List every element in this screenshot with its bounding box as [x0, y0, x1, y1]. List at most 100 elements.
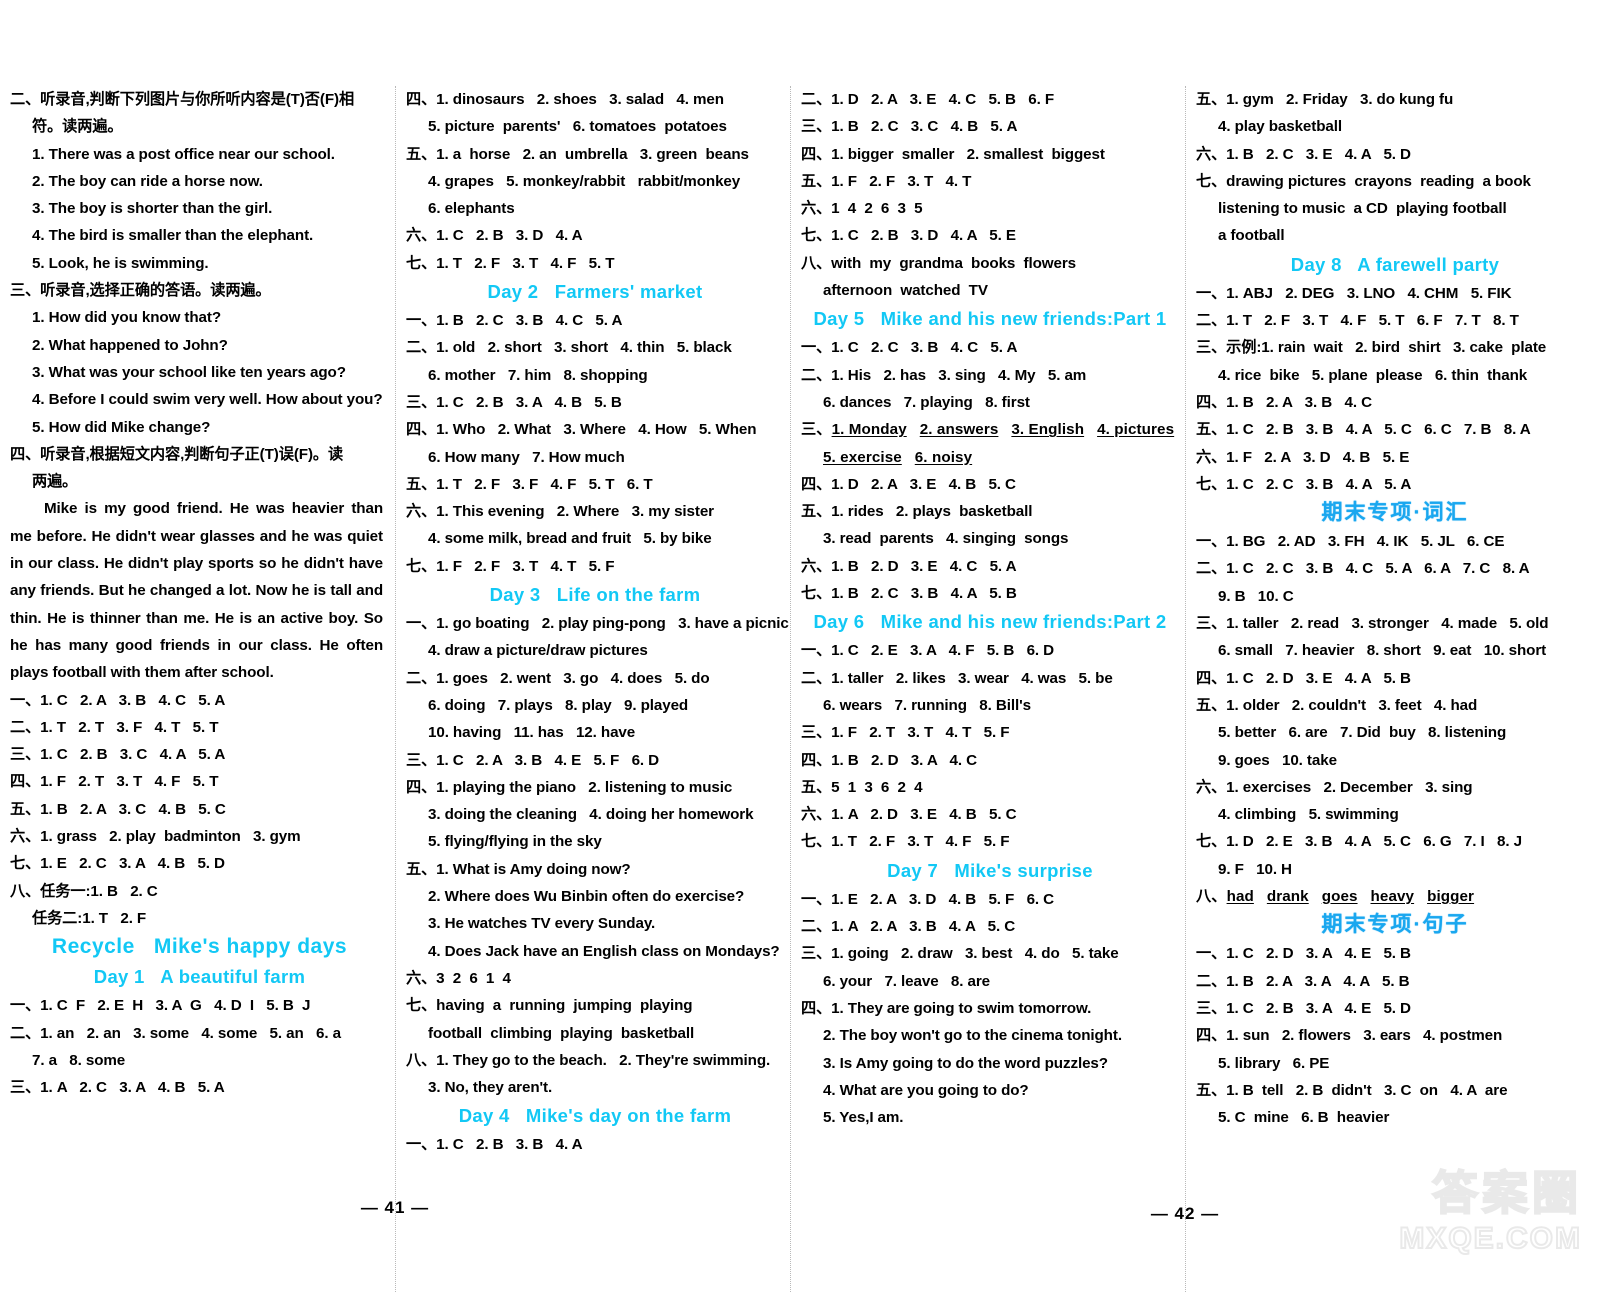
section-heading: 期末专项·句子 — [1321, 913, 1469, 937]
answer-item: goes — [1321, 888, 1358, 906]
answer-line: 4. What are you going to do? — [823, 1081, 1029, 1099]
answer-line: 四、1. They are going to swim tomorrow. — [801, 999, 1092, 1017]
answer-line: 4. rice bike 5. plane please 6. thin tha… — [1218, 366, 1528, 384]
answer-line: 三、1. B 2. C 3. C 4. B 5. A — [801, 118, 1018, 136]
section-heading: Day 3 Life on the farm — [489, 584, 701, 606]
answer-column-2: 四、1. dinosaurs 2. shoes 3. salad 4. men 5… — [395, 86, 790, 1292]
answer-line: 4. Does Jack have an English class on Mo… — [428, 942, 780, 960]
answer-line: 二、1. D 2. A 3. E 4. C 5. B 6. F — [801, 91, 1055, 108]
answer-line: 9. F 10. H — [1218, 860, 1292, 878]
question-number-cn: 三、 — [801, 421, 832, 439]
answer-line: 六、3 2 6 1 4 — [406, 969, 511, 987]
answer-line: 二、1. C 2. C 3. B 4. C 5. A 6. A 7. C 8. … — [1196, 560, 1530, 578]
answer-line: 一、1. C F 2. E H 3. A G 4. D I 5. B J — [10, 997, 311, 1015]
answer-line: 五、1. T 2. F 3. F 4. F 5. T 6. T — [406, 475, 653, 493]
section-heading: Day 2 Farmers' market — [487, 281, 703, 303]
answer-item: 1. Monday — [831, 421, 907, 439]
answer-line: 六、1. B 2. C 3. E 4. A 5. D — [1196, 145, 1411, 163]
answer-line: 七、1. E 2. C 3. A 4. B 5. D — [10, 855, 225, 873]
answer-line: 符。读两遍。 — [32, 118, 123, 136]
answer-line: 五、1. C 2. B 3. B 4. A 5. C 6. C 7. B 8. … — [1196, 421, 1531, 439]
answer-line: 5. Look, he is swimming. — [32, 254, 209, 272]
answer-line: 一、1. B 2. C 3. B 4. C 5. A — [406, 312, 623, 330]
answer-line: 3. The boy is shorter than the girl. — [32, 200, 273, 218]
answer-item: 4. pictures — [1097, 421, 1175, 439]
answer-line: 三、1. F 2. T 3. T 4. T 5. F — [801, 724, 1010, 742]
answer-item: bigger — [1427, 888, 1475, 906]
answer-line: 4. play basketball — [1218, 118, 1342, 136]
answer-line: 五、1. B tell 2. B didn't 3. C on 4. A are — [1196, 1081, 1508, 1099]
answer-line: 2. The boy won't go to the cinema tonigh… — [823, 1027, 1122, 1045]
answer-item: 3. English — [1011, 421, 1085, 439]
answer-line: 4. Before I could swim very well. How ab… — [32, 391, 383, 409]
answer-line: 三、1. C 2. B 3. A 4. B 5. B — [406, 393, 622, 411]
answer-line: 三、1. C 2. B 3. C 4. A 5. A — [10, 746, 226, 764]
answer-line: 二、1. old 2. short 3. short 4. thin 5. bl… — [406, 339, 732, 357]
answer-line: 4. The bird is smaller than the elephant… — [32, 227, 314, 245]
answer-line: 五、1. What is Amy doing now? — [406, 860, 631, 878]
answer-line: 八、任务一:1. B 2. C — [10, 882, 158, 900]
answer-line: listening to music a CD playing football — [1218, 200, 1507, 218]
answer-item: 6. noisy — [914, 448, 973, 466]
answer-line: 三、1. taller 2. read 3. stronger 4. made … — [1196, 615, 1549, 633]
page-number-left: — 41 — — [360, 1198, 430, 1217]
answer-line: 3. read parents 4. singing songs — [823, 530, 1069, 548]
answer-line: 5. picture parents' 6. tomatoes potatoes — [428, 118, 727, 136]
answer-line: 一、1. go boating 2. play ping-pong 3. hav… — [406, 615, 789, 633]
answer-line: 10. having 11. has 12. have — [428, 724, 636, 742]
answer-line: 八、with my grandma books flowers — [801, 254, 1076, 272]
answer-line: 一、1. C 2. C 3. B 4. C 5. A — [801, 339, 1018, 357]
answer-line: 5. flying/flying in the sky — [428, 833, 602, 851]
answer-column-3: 二、1. D 2. A 3. E 4. C 5. B 6. F 三、1. B 2.… — [790, 86, 1185, 1292]
answer-line: football climbing playing basketball — [428, 1024, 695, 1042]
answer-line: 二、1. an 2. an 3. some 4. some 5. an 6. a — [10, 1024, 341, 1042]
answer-line: 6. dances 7. playing 8. first — [823, 393, 1030, 411]
answer-line: 六、1. This evening 2. Where 3. my sister — [406, 503, 714, 521]
answer-line: 六、1. grass 2. play badminton 3. gym — [10, 828, 301, 846]
answer-line: 五、1. a horse 2. an umbrella 3. green bea… — [406, 145, 749, 163]
answer-line: 6. doing 7. plays 8. play 9. played — [428, 696, 689, 714]
answer-line: 6. elephants — [428, 200, 515, 218]
answer-line: 任务二:1. T 2. F — [32, 909, 147, 927]
answer-item: 5. exercise — [823, 448, 902, 466]
section-heading: Recycle Mike's happy days — [51, 935, 348, 959]
answer-line: 六、1. C 2. B 3. D 4. A — [406, 227, 583, 245]
answer-line: 四、1. Who 2. What 3. Where 4. How 5. When — [406, 421, 757, 439]
answer-column-4: 五、1. gym 2. Friday 3. do kung fu 4. play … — [1185, 86, 1600, 1292]
answer-line: 一、1. C 2. E 3. A 4. F 5. B 6. D — [801, 642, 1055, 660]
section-heading: Day 8 A farewell party — [1290, 253, 1500, 275]
answer-line: 5. Yes,I am. — [823, 1109, 904, 1127]
section-heading: Day 4 Mike's day on the farm — [458, 1105, 732, 1127]
section-heading: Day 6 Mike and his new friends:Part 2 — [813, 611, 1167, 633]
answer-line: 5. better 6. are 7. Did buy 8. listening — [1218, 724, 1507, 742]
answer-line: 四、1. D 2. A 3. E 4. B 5. C — [801, 475, 1016, 493]
answer-line: 六、1. F 2. A 3. D 4. B 5. E — [1196, 448, 1410, 466]
answer-line: 七、1. T 2. F 3. T 4. F 5. T — [406, 254, 615, 272]
answer-line: 一、1. C 2. D 3. A 4. E 5. B — [1196, 945, 1411, 963]
answer-line: 一、1. C 2. B 3. B 4. A — [406, 1136, 583, 1154]
answer-line: 二、1. T 2. T 3. F 4. T 5. T — [10, 718, 219, 736]
answer-line: 二、1. taller 2. likes 3. wear 4. was 5. b… — [801, 669, 1113, 687]
section-heading: 期末专项·词汇 — [1321, 501, 1469, 525]
answer-line: 五、1. B 2. A 3. C 4. B 5. C — [10, 800, 226, 818]
listening-passage: Mike is my good friend. He was heavier t… — [10, 500, 383, 682]
answer-line: 五、1. gym 2. Friday 3. do kung fu — [1196, 91, 1454, 108]
answer-line: 三、听录音,选择正确的答语。读两遍。 — [10, 282, 271, 300]
answer-line: 1. There was a post office near our scho… — [32, 145, 335, 163]
answer-line: 七、1. C 2. C 3. B 4. A 5. A — [1196, 475, 1412, 493]
answer-line: 四、听录音,根据短文内容,判断句子正(T)误(F)。读 — [10, 445, 344, 463]
answer-line: 二、1. His 2. has 3. sing 4. My 5. am — [801, 366, 1087, 384]
answer-line: 七、1. F 2. F 3. T 4. T 5. F — [406, 557, 615, 575]
question-number-cn: 八、 — [1196, 888, 1227, 906]
answer-line: a football — [1218, 227, 1285, 245]
answer-line: 二、听录音,判断下列图片与你所听内容是(T)否(F)相 — [10, 91, 355, 108]
answer-line: 五、1. F 2. F 3. T 4. T — [801, 172, 972, 190]
answer-line: 3. doing the cleaning 4. doing her homew… — [428, 806, 754, 824]
answer-line: 一、1. ABJ 2. DEG 3. LNO 4. CHM 5. FIK — [1196, 284, 1512, 302]
answer-line: 三、1. C 2. A 3. B 4. E 5. F 6. D — [406, 751, 660, 769]
answer-line: 4. draw a picture/draw pictures — [428, 642, 648, 660]
answer-line: 五、5 1 3 6 2 4 — [801, 778, 923, 796]
answer-line: 六、1 4 2 6 3 5 — [801, 200, 923, 218]
answer-line: 四、1. bigger smaller 2. smallest biggest — [801, 145, 1105, 163]
section-heading: Day 7 Mike's surprise — [887, 859, 1093, 881]
